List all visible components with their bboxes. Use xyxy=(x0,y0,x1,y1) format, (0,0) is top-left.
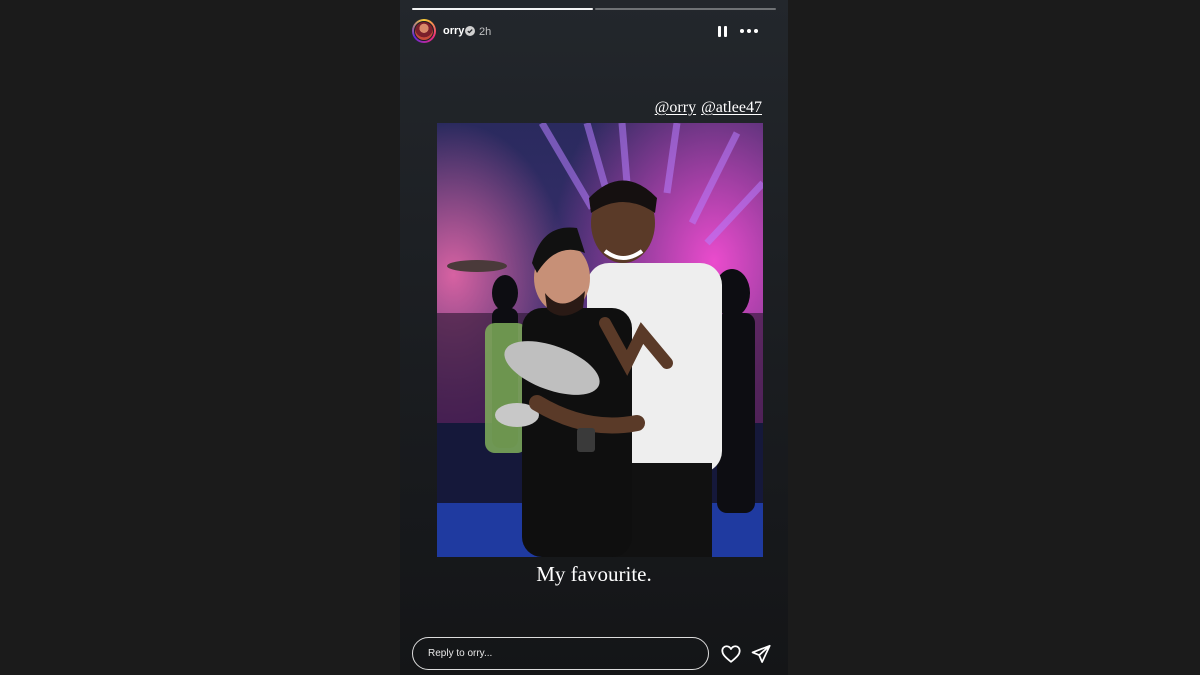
more-dot xyxy=(754,29,758,33)
heart-icon[interactable] xyxy=(720,643,742,665)
reply-input[interactable] xyxy=(428,648,678,659)
story-header: orry 2h xyxy=(412,19,776,45)
progress-segment-viewed xyxy=(412,8,593,10)
reply-field[interactable] xyxy=(412,637,709,670)
pause-icon-bar xyxy=(723,25,727,37)
mention-atlee47[interactable]: @atlee47 xyxy=(701,99,762,117)
story-timestamp: 2h xyxy=(479,26,492,38)
verified-badge-icon xyxy=(465,26,475,36)
story-username[interactable]: orry xyxy=(443,25,464,37)
progress-segment-upcoming xyxy=(595,8,776,10)
story-photo xyxy=(437,123,763,557)
mention-orry[interactable]: @orry xyxy=(655,99,696,117)
avatar-image xyxy=(414,21,434,41)
story-caption: My favourite. xyxy=(536,562,652,586)
send-icon[interactable] xyxy=(750,643,772,665)
pause-icon xyxy=(717,25,721,37)
more-options-button[interactable] xyxy=(738,23,760,39)
story-viewer: orry 2h @orry @atlee47 My favourite. Rep… xyxy=(400,0,788,675)
pause-button[interactable] xyxy=(714,23,730,39)
more-dot xyxy=(747,29,751,33)
more-options-icon xyxy=(740,29,744,33)
party-photo-illustration xyxy=(437,123,763,557)
mention-tags: @orry @atlee47 xyxy=(655,99,762,117)
avatar[interactable] xyxy=(412,19,436,43)
story-progress-bar xyxy=(412,8,776,10)
